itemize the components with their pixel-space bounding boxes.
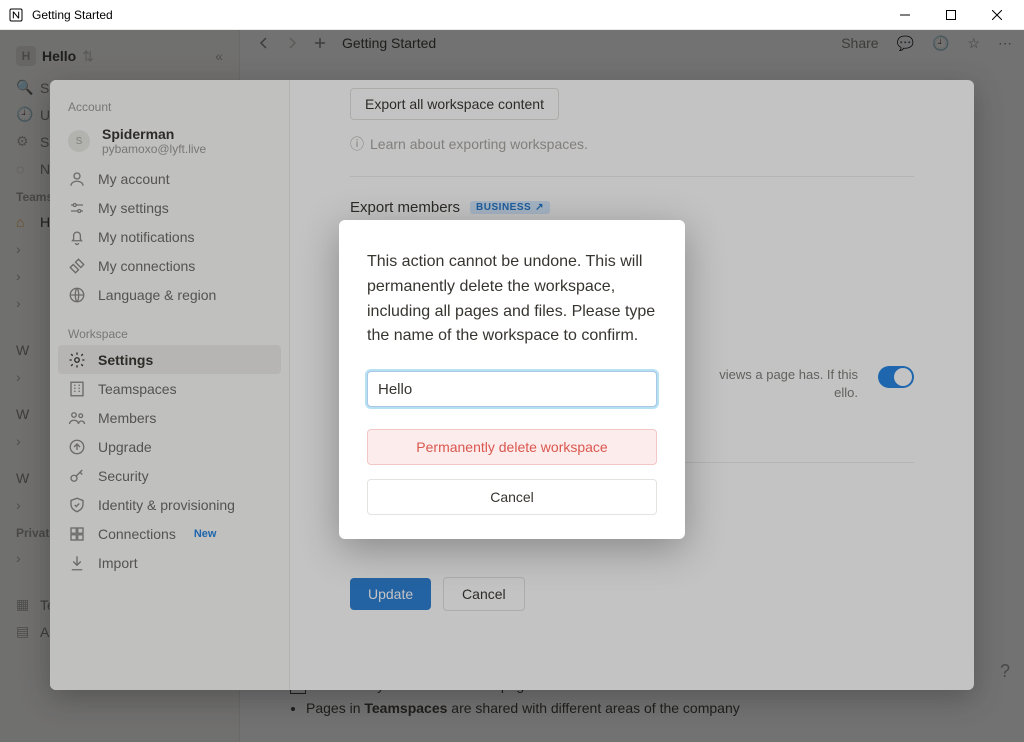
window-title: Getting Started [32,8,113,22]
window-titlebar: Getting Started [0,0,1024,30]
delete-confirm-dialog: This action cannot be undone. This will … [339,220,685,539]
permanently-delete-button[interactable]: Permanently delete workspace [367,429,657,465]
window-minimize-button[interactable] [882,0,928,30]
window-maximize-button[interactable] [928,0,974,30]
dialog-cancel-button[interactable]: Cancel [367,479,657,515]
app-logo-icon [8,7,24,23]
dialog-message: This action cannot be undone. This will … [367,250,657,349]
window-close-button[interactable] [974,0,1020,30]
workspace-name-input[interactable] [367,371,657,407]
